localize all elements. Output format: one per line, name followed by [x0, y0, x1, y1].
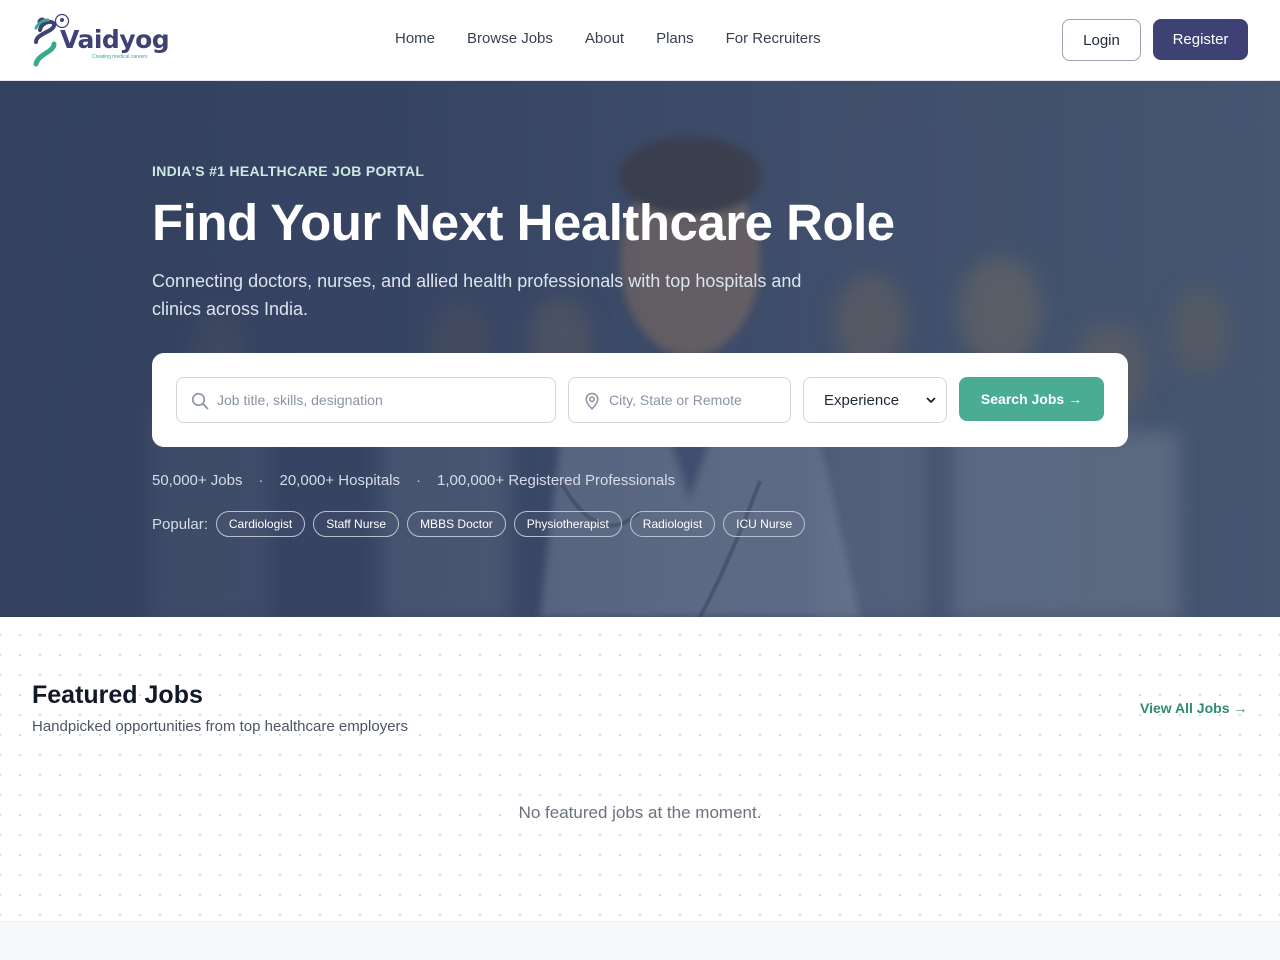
register-button[interactable]: Register [1153, 19, 1248, 60]
popular-tag-icu-nurse[interactable]: ICU Nurse [723, 511, 806, 537]
stat-jobs: 50,000+ Jobs [152, 472, 243, 489]
stat-professionals: 1,00,000+ Registered Professionals [437, 472, 676, 489]
location-pin-icon [585, 392, 599, 410]
hero-stats: 50,000+ Jobs · 20,000+ Hospitals · 1,00,… [152, 472, 676, 489]
experience-select-value: Experience [824, 391, 900, 409]
popular-label: Popular: [152, 515, 208, 533]
popular-tag-staff-nurse[interactable]: Staff Nurse [313, 511, 400, 537]
search-icon [191, 392, 209, 410]
hero-title: Find Your Next Healthcare Role [152, 194, 895, 251]
job-search-input[interactable] [217, 392, 555, 408]
nav-for-recruiters-link[interactable]: For Recruiters [726, 30, 821, 47]
nav-browse-jobs-link[interactable]: Browse Jobs [467, 30, 553, 47]
brand-tagline: Creating medical careers [92, 54, 148, 60]
brand-name: Vaidyog [60, 25, 170, 54]
location-search-field[interactable] [568, 377, 791, 423]
hero-subtitle: Connecting doctors, nurses, and allied h… [152, 271, 802, 319]
experience-select[interactable]: Experience [803, 377, 947, 423]
featured-jobs-title: Featured Jobs [32, 681, 203, 709]
search-jobs-button[interactable]: Search Jobs → [959, 377, 1104, 421]
nav-home-link[interactable]: Home [395, 30, 435, 47]
brand-logo[interactable]: Vaidyog Creating medical careers [32, 12, 170, 68]
popular-tag-mbbs-doctor[interactable]: MBBS Doctor [407, 511, 506, 537]
popular-tag-physiotherapist[interactable]: Physiotherapist [513, 511, 622, 537]
popular-searches: Popular: Cardiologist Staff Nurse MBBS D… [152, 511, 813, 537]
featured-jobs-section: Featured Jobs Handpicked opportunities f… [0, 617, 1280, 921]
navbar: Vaidyog Creating medical careers Home Br… [0, 0, 1280, 81]
featured-jobs-subtitle: Handpicked opportunities from top health… [32, 718, 409, 735]
next-section-edge [0, 921, 1280, 960]
view-all-jobs-link[interactable]: View All Jobs → [1140, 700, 1247, 716]
hero-section: INDIA'S #1 HEALTHCARE JOB PORTAL Find Yo… [0, 81, 1280, 617]
hero-eyebrow: INDIA'S #1 HEALTHCARE JOB PORTAL [152, 163, 425, 179]
popular-tag-cardiologist[interactable]: Cardiologist [215, 511, 306, 537]
main-nav: Home Browse Jobs About Plans For Recruit… [395, 30, 853, 47]
featured-jobs-empty-state: No featured jobs at the moment. [518, 803, 762, 822]
popular-tag-radiologist[interactable]: Radiologist [629, 511, 716, 537]
job-search-field[interactable] [176, 377, 556, 423]
search-card: Experience Search Jobs → [152, 353, 1128, 447]
nav-about-link[interactable]: About [585, 30, 624, 47]
location-search-input[interactable] [609, 392, 790, 408]
login-button[interactable]: Login [1062, 19, 1141, 61]
chevron-down-icon [926, 397, 936, 403]
nav-plans-link[interactable]: Plans [656, 30, 694, 47]
stat-hospitals: 20,000+ Hospitals [279, 472, 401, 489]
